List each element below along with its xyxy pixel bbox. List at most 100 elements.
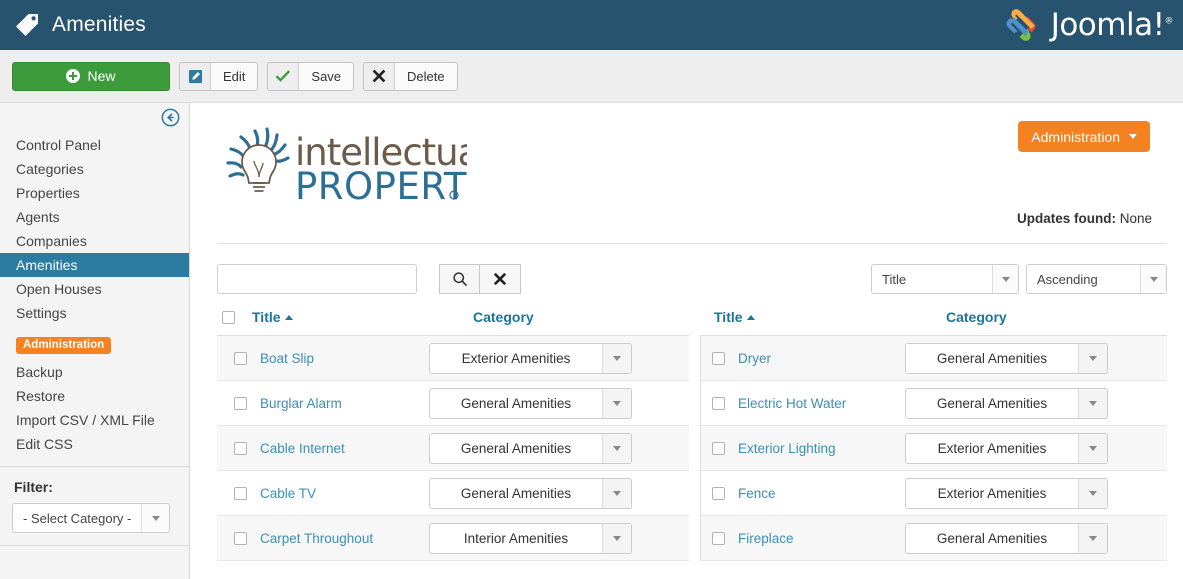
chevron-down-icon — [602, 433, 631, 463]
sidebar-admin-nav: Backup Restore Import CSV / XML File Edi… — [0, 360, 189, 456]
edit-button[interactable]: Edit — [179, 61, 259, 91]
sort-field-select[interactable]: Title — [871, 264, 1019, 294]
amenity-title-link[interactable]: Fence — [738, 486, 908, 501]
amenity-title-link[interactable]: Exterior Lighting — [738, 441, 908, 456]
category-value: General Amenities — [430, 388, 602, 418]
category-select[interactable]: Exterior Amenities — [905, 432, 1108, 464]
row-checkbox[interactable] — [712, 531, 725, 545]
sidebar-item-agents[interactable]: Agents — [0, 205, 189, 229]
category-select[interactable]: Exterior Amenities — [905, 477, 1108, 509]
category-select[interactable]: General Amenities — [429, 387, 632, 419]
search-input[interactable] — [217, 264, 417, 294]
row-checkbox[interactable] — [234, 441, 247, 455]
table-row[interactable]: Cable Internet General Amenities — [217, 426, 689, 471]
sidebar-item-import-csv-xml[interactable]: Import CSV / XML File — [0, 408, 189, 432]
column-header-category-left[interactable]: Category — [473, 309, 534, 325]
column-header-category-right[interactable]: Category — [946, 309, 1007, 325]
check-icon — [268, 62, 300, 90]
table-row[interactable]: Cable TV General Amenities — [217, 471, 689, 516]
delete-button[interactable]: Delete — [363, 61, 458, 91]
amenity-title-link[interactable]: Dryer — [738, 351, 908, 366]
sidebar-item-categories[interactable]: Categories — [0, 157, 189, 181]
select-all-checkbox[interactable] — [222, 311, 235, 324]
category-value: General Amenities — [430, 478, 602, 508]
amenity-title-link[interactable]: Electric Hot Water — [738, 396, 908, 411]
search-button[interactable] — [439, 264, 481, 294]
sidebar-item-backup[interactable]: Backup — [0, 360, 189, 384]
category-select[interactable]: General Amenities — [905, 342, 1108, 374]
save-button[interactable]: Save — [267, 61, 355, 91]
table-row[interactable]: Burglar Alarm General Amenities — [217, 381, 689, 426]
category-value: Exterior Amenities — [906, 433, 1078, 463]
x-icon — [364, 62, 396, 90]
category-select[interactable]: General Amenities — [905, 387, 1108, 419]
category-value: Interior Amenities — [430, 523, 602, 553]
circle-arrow-left-icon[interactable] — [161, 108, 180, 127]
clear-search-button[interactable] — [480, 264, 522, 294]
table-row[interactable]: Exterior Lighting Exterior Amenities — [701, 426, 1167, 471]
category-value: General Amenities — [906, 523, 1078, 553]
administration-button[interactable]: Administration — [1018, 121, 1150, 152]
delete-button-label: Delete — [395, 62, 457, 90]
row-checkbox[interactable] — [712, 351, 725, 365]
amenities-table-left: Boat Slip Exterior Amenities Burglar Ala… — [217, 335, 689, 561]
chevron-down-icon — [602, 523, 631, 553]
amenity-title-link[interactable]: Cable TV — [260, 486, 430, 501]
row-checkbox[interactable] — [234, 531, 247, 545]
category-value: Exterior Amenities — [430, 343, 602, 373]
sidebar-item-edit-css[interactable]: Edit CSS — [0, 432, 189, 456]
tag-icon — [14, 12, 40, 38]
filter-select-wrap: - Select Category - — [0, 503, 189, 533]
table-row[interactable]: Boat Slip Exterior Amenities — [217, 336, 689, 381]
search-icon — [453, 272, 468, 287]
header-brand: Amenities — [0, 12, 146, 38]
sidebar-item-restore[interactable]: Restore — [0, 384, 189, 408]
row-checkbox[interactable] — [234, 396, 247, 410]
row-checkbox[interactable] — [712, 396, 725, 410]
updates-value: None — [1119, 211, 1152, 226]
column-header-title-right[interactable]: Title — [714, 309, 755, 325]
sort-direction-select[interactable]: Ascending — [1026, 264, 1167, 294]
sort-direction-value: Ascending — [1027, 265, 1140, 293]
category-select[interactable]: General Amenities — [905, 522, 1108, 554]
updates-status: Updates found: None — [1017, 211, 1152, 226]
amenity-title-link[interactable]: Cable Internet — [260, 441, 430, 456]
amenity-title-link[interactable]: Fireplace — [738, 531, 908, 546]
category-select[interactable]: Exterior Amenities — [429, 342, 632, 374]
amenity-title-link[interactable]: Carpet Throughout — [260, 531, 430, 546]
administration-button-label: Administration — [1031, 128, 1120, 145]
table-row[interactable]: Fireplace General Amenities — [701, 516, 1167, 561]
category-filter-select[interactable]: - Select Category - — [12, 503, 171, 533]
main-content: intellectual PROPERTY Administration Upd… — [191, 103, 1183, 579]
sidebar: Control Panel Categories Properties Agen… — [0, 103, 190, 579]
chevron-down-icon — [1078, 388, 1107, 418]
sidebar-item-amenities[interactable]: Amenities — [0, 253, 189, 277]
row-checkbox[interactable] — [234, 486, 247, 500]
row-checkbox[interactable] — [712, 441, 725, 455]
sidebar-item-properties[interactable]: Properties — [0, 181, 189, 205]
sidebar-item-open-houses[interactable]: Open Houses — [0, 277, 189, 301]
table-row[interactable]: Dryer General Amenities — [701, 336, 1167, 381]
content-divider — [217, 243, 1167, 244]
joomla-wordmark: Joomla!® — [1051, 7, 1174, 43]
sidebar-item-control-panel[interactable]: Control Panel — [0, 133, 189, 157]
category-select[interactable]: General Amenities — [429, 477, 632, 509]
category-select[interactable]: General Amenities — [429, 432, 632, 464]
amenity-title-link[interactable]: Boat Slip — [260, 351, 430, 366]
joomla-brand: Joomla!® — [999, 0, 1173, 50]
joomla-logo-icon — [999, 3, 1043, 47]
new-button[interactable]: New — [12, 61, 170, 91]
row-checkbox[interactable] — [712, 486, 725, 500]
row-checkbox[interactable] — [234, 351, 247, 365]
category-select[interactable]: Interior Amenities — [429, 522, 632, 554]
table-row[interactable]: Electric Hot Water General Amenities — [701, 381, 1167, 426]
column-header-title-left[interactable]: Title — [252, 309, 293, 325]
table-row[interactable]: Carpet Throughout Interior Amenities — [217, 516, 689, 561]
sidebar-item-settings[interactable]: Settings — [0, 301, 189, 325]
caret-up-icon — [746, 315, 755, 320]
category-value: Exterior Amenities — [906, 478, 1078, 508]
sidebar-item-companies[interactable]: Companies — [0, 229, 189, 253]
plus-circle-icon — [66, 69, 81, 83]
table-row[interactable]: Fence Exterior Amenities — [701, 471, 1167, 516]
amenity-title-link[interactable]: Burglar Alarm — [260, 396, 430, 411]
